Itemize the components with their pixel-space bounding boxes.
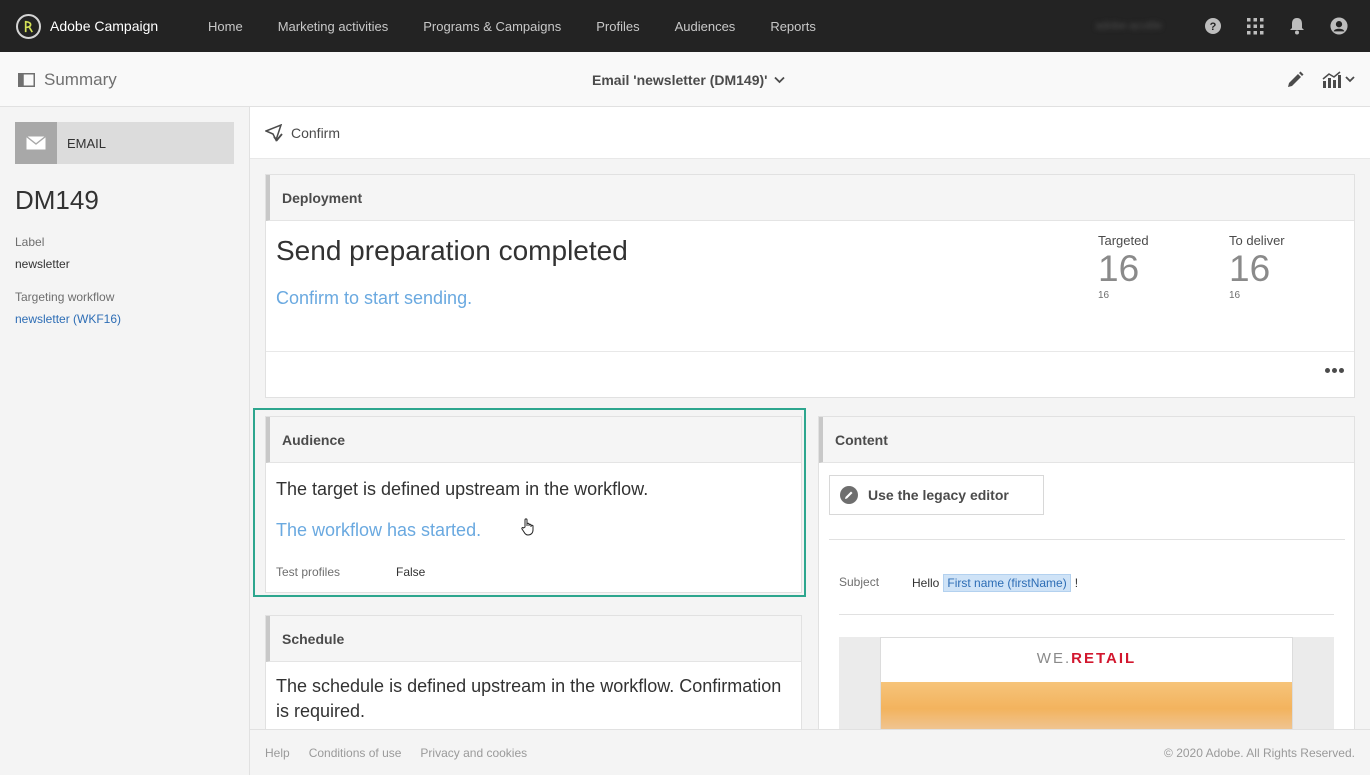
- notification-bell-icon[interactable]: [1288, 17, 1306, 35]
- label-value: newsletter: [15, 257, 70, 271]
- targeting-workflow-title: Targeting workflow: [15, 290, 115, 304]
- nav-home[interactable]: Home: [208, 19, 243, 34]
- label-title: Label: [15, 235, 45, 249]
- page-footer: Help Conditions of use Privacy and cooki…: [250, 729, 1370, 775]
- svg-text:?: ?: [1210, 21, 1217, 33]
- send-confirm-icon: [265, 123, 283, 142]
- footer-conditions-link[interactable]: Conditions of use: [309, 746, 402, 760]
- nav-right: adobe-acuttle ?: [1095, 0, 1348, 52]
- content-card[interactable]: Content Use the legacy editor Subject He…: [818, 416, 1355, 729]
- divider: [266, 351, 1354, 352]
- divider: [829, 539, 1345, 540]
- confirm-sending-link[interactable]: Confirm to start sending.: [276, 288, 472, 309]
- channel-badge: EMAIL: [15, 122, 234, 164]
- hand-pointer-cursor-icon: [521, 518, 535, 541]
- subject-value: Hello First name (firstName) !: [912, 574, 1078, 592]
- targeted-sub: 16: [1098, 290, 1110, 301]
- summary-label: Summary: [44, 69, 117, 89]
- channel-label: EMAIL: [67, 135, 107, 151]
- page-header: Summary Email 'newsletter (DM149)': [0, 52, 1370, 107]
- main-nav: Home Marketing activities Programs & Cam…: [208, 0, 851, 52]
- confirm-button[interactable]: Confirm: [265, 123, 341, 142]
- nav-reports[interactable]: Reports: [770, 19, 816, 34]
- subject-prefix: Hello: [912, 576, 940, 590]
- audience-card[interactable]: Audience The target is defined upstream …: [265, 416, 802, 593]
- delivery-title-dropdown[interactable]: Email 'newsletter (DM149)': [592, 52, 785, 107]
- deployment-card: Deployment Send preparation completed Co…: [265, 174, 1355, 398]
- edit-pencil-icon: [840, 486, 858, 504]
- subject-label: Subject: [839, 575, 880, 589]
- top-navigation-bar: Adobe Campaign Home Marketing activities…: [0, 0, 1370, 52]
- nav-audiences[interactable]: Audiences: [675, 19, 736, 34]
- email-preview[interactable]: WE.RETAIL: [839, 637, 1334, 729]
- subject-suffix: !: [1074, 576, 1079, 590]
- to-deliver-metric: To deliver 16 16: [1229, 233, 1285, 301]
- deployment-status: Send preparation completed: [276, 235, 628, 266]
- targeted-label: Targeted: [1098, 233, 1149, 248]
- audience-card-title: Audience: [266, 417, 801, 463]
- summary-panel-icon: [18, 72, 35, 87]
- apps-grid-icon[interactable]: [1246, 17, 1264, 35]
- copyright: © 2020 Adobe. All Rights Reserved.: [1164, 745, 1355, 760]
- nav-programs-campaigns[interactable]: Programs & Campaigns: [423, 19, 561, 34]
- brand-name: Adobe Campaign: [50, 18, 159, 34]
- delivery-code: DM149: [15, 185, 99, 215]
- footer-help-link[interactable]: Help: [265, 746, 290, 760]
- confirm-label: Confirm: [291, 124, 341, 141]
- deployment-card-title: Deployment: [266, 175, 1354, 221]
- divider: [839, 614, 1334, 615]
- to-deliver-value: 16: [1229, 248, 1271, 289]
- adobe-campaign-logo-icon: [16, 13, 41, 39]
- we-retail-logo: WE.RETAIL: [1036, 650, 1137, 667]
- personalization-field-tag: First name (firstName): [943, 574, 1071, 592]
- help-icon[interactable]: ?: [1204, 17, 1222, 35]
- chevron-down-icon: [773, 76, 785, 83]
- nav-marketing-activities[interactable]: Marketing activities: [278, 19, 389, 34]
- summary-toggle[interactable]: Summary: [18, 52, 117, 107]
- main-content: Confirm Deployment Send preparation comp…: [250, 107, 1370, 729]
- schedule-description: The schedule is defined upstream in the …: [276, 676, 782, 721]
- schedule-card[interactable]: Schedule The schedule is defined upstrea…: [265, 615, 802, 729]
- nav-profiles[interactable]: Profiles: [596, 19, 639, 34]
- user-avatar-icon[interactable]: [1330, 17, 1348, 35]
- to-deliver-sub: 16: [1229, 290, 1241, 301]
- email-preview-body: WE.RETAIL: [880, 637, 1293, 729]
- workflow-started-link[interactable]: The workflow has started.: [276, 520, 481, 541]
- legacy-editor-label: Use the legacy editor: [868, 487, 1009, 503]
- page-title: Email 'newsletter (DM149)': [592, 71, 768, 88]
- username[interactable]: adobe-acuttle: [1095, 20, 1162, 32]
- edit-pencil-icon[interactable]: [1286, 71, 1304, 89]
- summary-sidebar: EMAIL DM149 Label newsletter Targeting w…: [0, 107, 250, 775]
- footer-privacy-link[interactable]: Privacy and cookies: [420, 746, 527, 760]
- more-options-icon[interactable]: [1323, 368, 1344, 373]
- email-banner-image: [881, 682, 1292, 729]
- test-profiles-label: Test profiles: [276, 565, 341, 579]
- targeted-value: 16: [1098, 248, 1140, 289]
- reports-chart-icon[interactable]: [1322, 70, 1356, 89]
- envelope-icon: [15, 122, 57, 164]
- to-deliver-label: To deliver: [1229, 233, 1285, 248]
- schedule-card-title: Schedule: [266, 616, 801, 662]
- test-profiles-value: False: [396, 565, 426, 579]
- content-card-title: Content: [819, 417, 1354, 463]
- audience-description: The target is defined upstream in the wo…: [276, 479, 649, 499]
- header-actions: [1268, 52, 1356, 107]
- targeting-workflow-link[interactable]: newsletter (WKF16): [15, 312, 121, 326]
- targeted-metric: Targeted 16 16: [1098, 233, 1149, 301]
- brand[interactable]: Adobe Campaign: [16, 13, 208, 39]
- use-legacy-editor-button[interactable]: Use the legacy editor: [829, 475, 1044, 515]
- action-bar: Confirm: [250, 107, 1370, 159]
